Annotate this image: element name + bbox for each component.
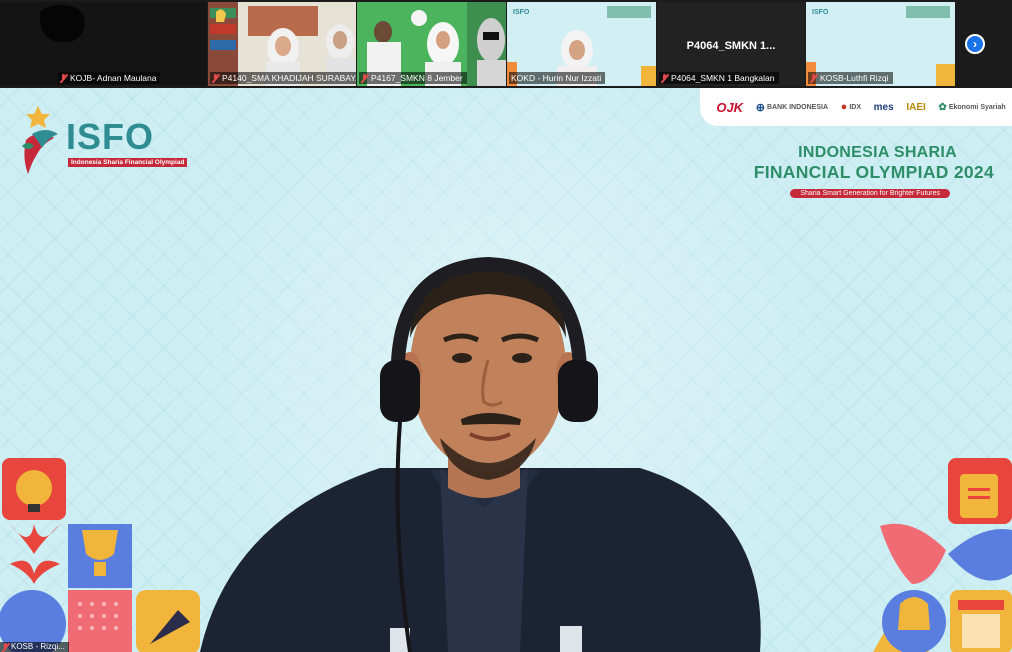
participant-caption: P4167_SMKN 8 Jember (359, 72, 467, 84)
chevron-right-icon[interactable]: › (965, 34, 985, 54)
participant-name: KOJB- Adnan Maulana (70, 73, 157, 83)
mic-off-icon (661, 73, 668, 83)
participant-name: P4140_SMA KHADIJAH SURABAYA (222, 73, 356, 83)
svg-text:ISFO: ISFO (513, 9, 530, 16)
participant-caption: P4064_SMKN 1 Bangkalan (659, 72, 779, 84)
participant-tile[interactable]: ISFO KOSB-Luthfi Rizqi (806, 2, 955, 86)
participant-name: KOSB-Luthfi Rizqi (820, 73, 889, 83)
mic-off-icon (810, 73, 817, 83)
participant-caption: KOKD - Hurin Nur Izzati (509, 72, 606, 84)
participant-display-name: P4064_SMKN 1... (686, 40, 776, 52)
active-speaker-video: OJK ⊕ BANK INDONESIA ● IDX mes IAEI ✿ Ekono… (0, 88, 1012, 652)
participant-tile[interactable]: P4167_SMKN 8 Jember (357, 2, 506, 86)
participant-name: KOKD - Hurin Nur Izzati (511, 73, 602, 83)
mic-off-icon (2, 642, 9, 652)
participant-name: KOSB - Rizqi... (11, 642, 65, 651)
mic-off-icon (212, 73, 219, 83)
participant-caption: KOSB-Luthfi Rizqi (808, 72, 893, 84)
mic-off-icon (361, 73, 368, 83)
speaker-figure (200, 256, 761, 652)
participant-tile[interactable]: P4064_SMKN 1... P4064_SMKN 1 Bangkalan (657, 2, 805, 86)
participant-tile[interactable]: P4140_SMA KHADIJAH SURABAYA (208, 2, 356, 86)
self-view-caption: KOSB - Rizqi... (0, 642, 69, 652)
participant-strip: KOJB- Adnan Maulana P4140_SMA KHADIJAH S… (0, 0, 1012, 88)
participant-name: P4167_SMKN 8 Jember (371, 73, 463, 83)
participant-tile[interactable]: ISFO KOKD - Hurin Nur Izzati (507, 2, 656, 86)
participant-caption: P4140_SMA KHADIJAH SURABAYA (210, 72, 356, 84)
mic-off-icon (60, 73, 67, 83)
participant-name: P4064_SMKN 1 Bangkalan (671, 73, 775, 83)
participant-tile[interactable]: KOJB- Adnan Maulana (0, 2, 207, 86)
participant-caption: KOJB- Adnan Maulana (58, 72, 161, 84)
svg-text:ISFO: ISFO (812, 9, 829, 16)
